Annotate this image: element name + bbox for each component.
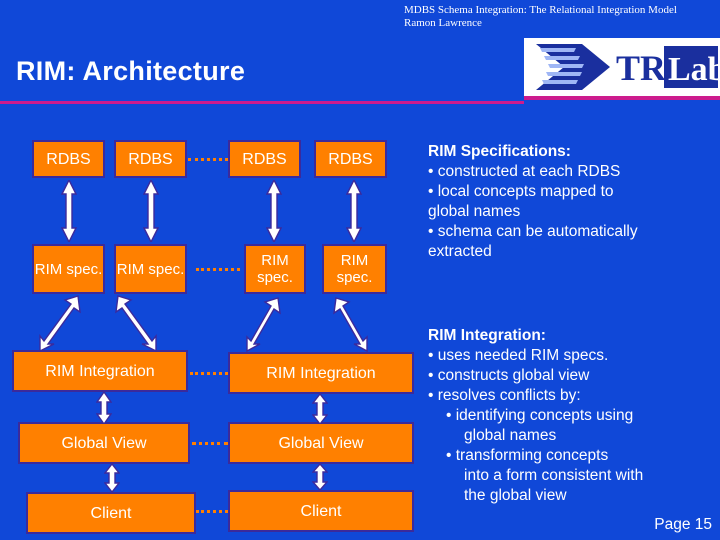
svg-text:Labs: Labs — [668, 51, 720, 88]
rim-specifications-panel: RIM Specifications: • constructed at eac… — [428, 142, 716, 262]
diagram-box-rimspec-3: RIM spec. — [244, 244, 306, 294]
specs-item-2: global names — [428, 203, 521, 220]
connector-globalview-dotted — [192, 442, 228, 448]
integration-item-1: • constructs global view — [428, 367, 590, 384]
arrow-rdbs2-rimspec2 — [143, 180, 159, 242]
integration-item-7: the global view — [464, 487, 567, 504]
diagram-box-client-1: Client — [26, 492, 196, 534]
svg-text:TR: TR — [616, 48, 667, 88]
arrow-rimspec3-integration2 — [244, 296, 284, 352]
integration-heading: RIM Integration: — [428, 327, 546, 344]
arrow-rimspec1-integration1 — [36, 294, 84, 352]
specs-item-3: • schema can be automatically — [428, 223, 638, 240]
connector-rdbs-dotted — [188, 158, 228, 164]
integration-item-4: global names — [464, 427, 557, 444]
arrow-globalview2-client2 — [312, 464, 328, 490]
integration-item-6: into a form consistent with — [464, 467, 644, 484]
specs-item-0: • constructed at each RDBS — [428, 163, 621, 180]
arrow-globalview1-client1 — [104, 464, 120, 492]
title-divider — [0, 101, 524, 104]
diagram-box-rdbs-2: RDBS — [114, 140, 187, 178]
specs-heading: RIM Specifications: — [428, 143, 571, 160]
connector-client-dotted — [196, 510, 228, 516]
integration-item-2: • resolves conflicts by: — [428, 387, 581, 404]
integration-item-3: • identifying concepts using — [446, 407, 634, 424]
trlabs-logo: TR Labs — [524, 38, 720, 100]
slide-header: MDBS Schema Integration: The Relational … — [404, 4, 714, 30]
diagram-box-rimspec-4: RIM spec. — [322, 244, 387, 294]
arrow-rimspec2-integration1 — [112, 294, 160, 352]
specs-item-1: • local concepts mapped to — [428, 183, 614, 200]
header-line-1: MDBS Schema Integration: The Relational … — [404, 4, 677, 16]
arrow-integration1-globalview1 — [96, 392, 112, 424]
diagram-box-rdbs-4: RDBS — [314, 140, 387, 178]
trlabs-logo-graphic: TR Labs — [536, 44, 720, 90]
arrow-rdbs4-rimspec4 — [346, 180, 362, 242]
integration-item-0: • uses needed RIM specs. — [428, 347, 609, 364]
connector-rimspec-dotted — [196, 268, 240, 274]
integration-item-5: • transforming concepts — [446, 447, 609, 464]
diagram-box-rimspec-2: RIM spec. — [114, 244, 187, 294]
arrow-integration2-globalview2 — [312, 394, 328, 424]
page-number: Page 15 — [654, 516, 712, 533]
rim-integration-panel: RIM Integration: • uses needed RIM specs… — [428, 326, 718, 506]
arrow-rimspec4-integration2 — [330, 296, 370, 352]
page-title: RIM: Architecture — [16, 56, 246, 86]
diagram-box-client-2: Client — [228, 490, 414, 532]
diagram-box-globalview-2: Global View — [228, 422, 414, 464]
diagram-box-integration-2: RIM Integration — [228, 352, 414, 394]
arrow-rdbs1-rimspec1 — [61, 180, 77, 242]
connector-integration-dotted — [190, 372, 228, 378]
diagram-box-rimspec-1: RIM spec. — [32, 244, 105, 294]
header-line-2: Ramon Lawrence — [404, 17, 482, 29]
diagram-box-rdbs-3: RDBS — [228, 140, 301, 178]
diagram-box-globalview-1: Global View — [18, 422, 190, 464]
specs-item-4: extracted — [428, 243, 492, 260]
arrow-rdbs3-rimspec3 — [266, 180, 282, 242]
diagram-box-rdbs-1: RDBS — [32, 140, 105, 178]
diagram-box-integration-1: RIM Integration — [12, 350, 188, 392]
